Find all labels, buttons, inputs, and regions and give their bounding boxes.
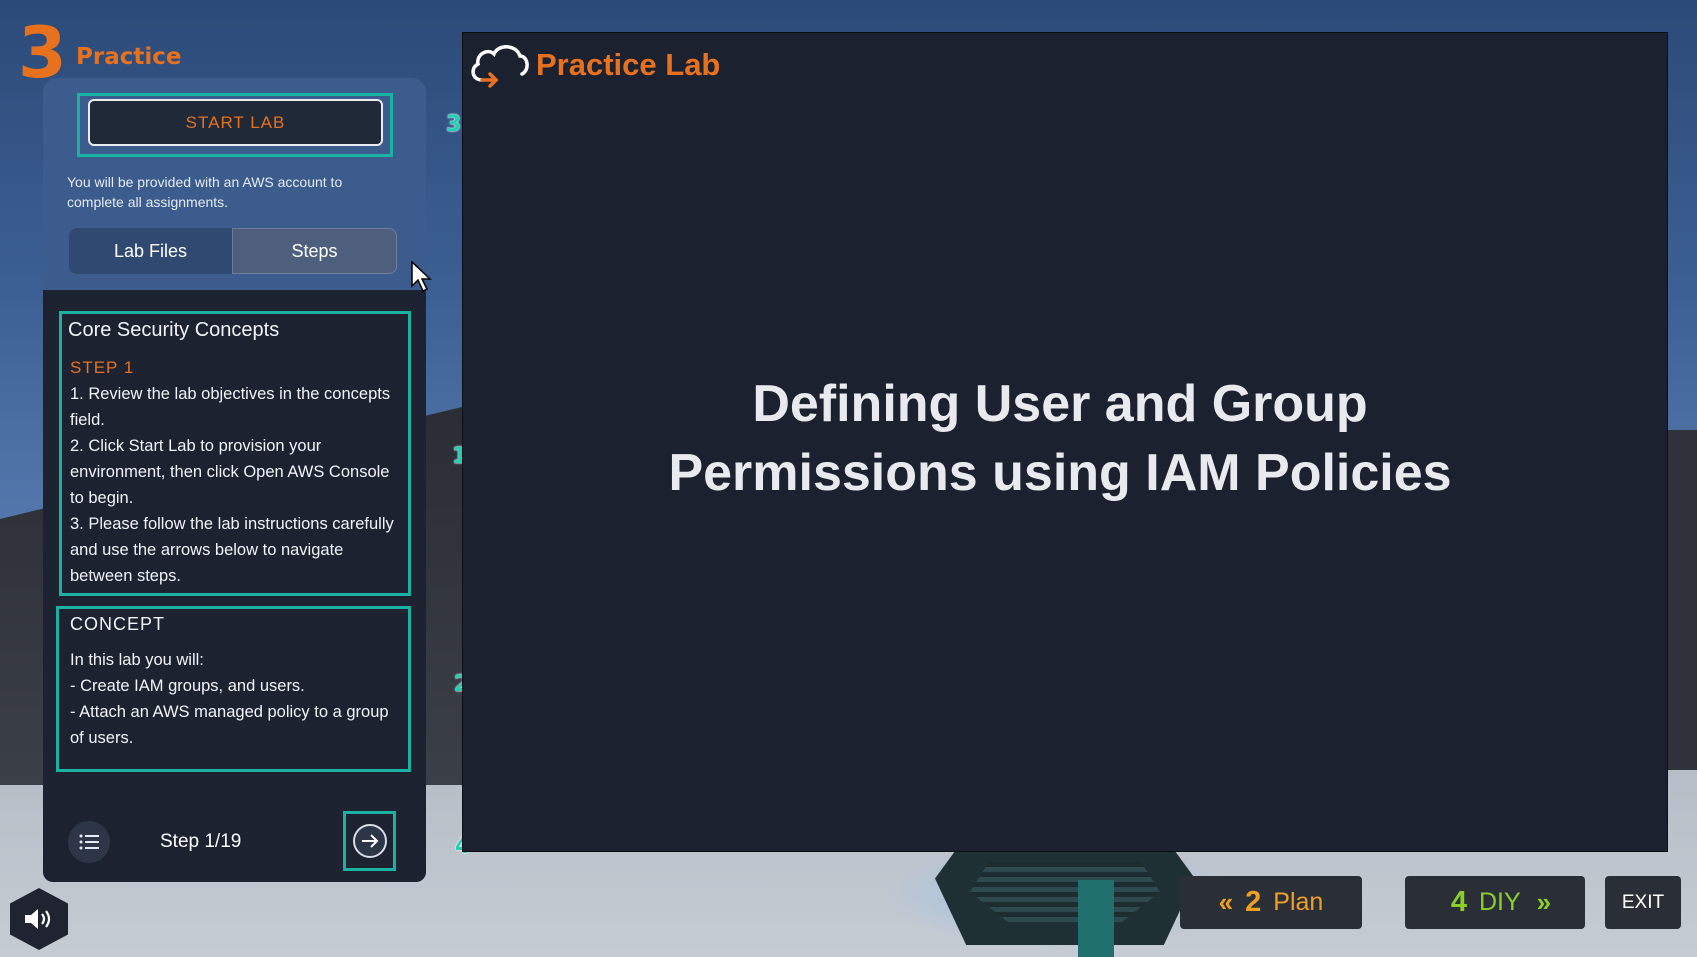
sound-toggle-button[interactable]: [10, 888, 68, 950]
scene-platform-post: [1078, 880, 1114, 957]
step-list-button[interactable]: [68, 821, 110, 863]
practice-lab-logo: Practice Lab: [468, 40, 720, 90]
scene-platform-rings: [970, 862, 1160, 922]
panel-tabs: Lab Files Steps: [69, 228, 397, 274]
step-label: STEP 1: [70, 358, 135, 377]
step-counter: Step 1/19: [160, 831, 242, 852]
step-card: Core Security Concepts STEP 1 1. Review …: [59, 311, 411, 596]
logo-text: Practice Lab: [536, 47, 721, 82]
lab-title-line: Defining User and Group: [752, 375, 1368, 433]
prev-section-label: Plan: [1273, 888, 1324, 916]
arrow-right-icon: [361, 834, 378, 848]
step-line: 3. Please follow the lab instructions ca…: [70, 515, 394, 585]
step-card-heading: Core Security Concepts: [68, 319, 280, 341]
tab-steps[interactable]: Steps: [232, 228, 397, 274]
next-section-number: 4: [1450, 886, 1467, 918]
step-line: 2. Click Start Lab to provision your env…: [70, 437, 390, 507]
concept-item: - Attach an AWS managed policy to a grou…: [70, 703, 389, 747]
concept-card: CONCEPT In this lab you will: - Create I…: [56, 606, 411, 772]
concept-body: In this lab you will: - Create IAM group…: [70, 647, 400, 751]
start-lab-button[interactable]: START LAB: [88, 99, 383, 146]
lab-title: Defining User and Group Permissions usin…: [600, 370, 1520, 508]
concept-item: - Create IAM groups, and users.: [70, 677, 305, 695]
section-title: Practice: [76, 44, 182, 70]
double-chevron-right-icon: »: [1536, 887, 1552, 917]
next-section-button[interactable]: 4 DIY »: [1405, 876, 1585, 929]
step-line: 1. Review the lab objectives in the conc…: [70, 385, 391, 429]
marker-3: 3: [446, 112, 462, 137]
step-instructions: 1. Review the lab objectives in the conc…: [70, 381, 400, 589]
tab-lab-files[interactable]: Lab Files: [69, 228, 232, 274]
double-chevron-left-icon: «: [1218, 887, 1234, 917]
prev-section-button[interactable]: « 2 Plan: [1180, 876, 1362, 929]
cloud-icon: [471, 45, 529, 88]
exit-button[interactable]: EXIT: [1605, 876, 1681, 929]
concept-intro: In this lab you will:: [70, 651, 204, 669]
next-section-label: DIY: [1478, 888, 1521, 916]
concept-heading: CONCEPT: [70, 614, 166, 634]
lab-description: You will be provided with an AWS account…: [67, 174, 343, 210]
list-icon: [79, 834, 99, 850]
next-step-highlight: [343, 811, 396, 871]
next-step-button[interactable]: [352, 824, 387, 858]
speaker-icon: [25, 909, 51, 929]
lab-title-line: Permissions using IAM Policies: [668, 444, 1452, 502]
prev-section-number: 2: [1245, 886, 1262, 918]
mouse-cursor-icon: [411, 261, 432, 293]
